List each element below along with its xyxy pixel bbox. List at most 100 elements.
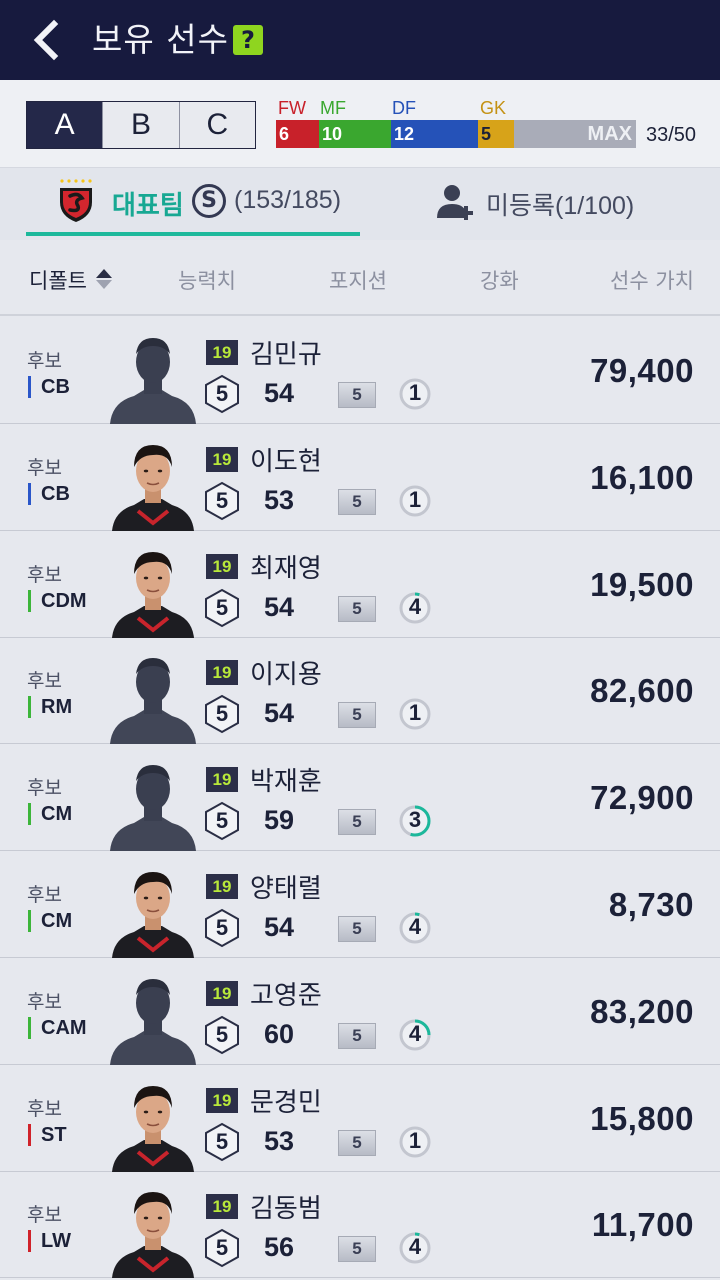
- trade-count-ring-icon: 1: [398, 484, 432, 518]
- sort-ability[interactable]: 능력치: [178, 265, 236, 295]
- player-name: 김동범: [250, 1194, 322, 1225]
- player-status: 후보: [27, 1204, 62, 1227]
- squad-summary: A B C FW MF DF GK 6 10 12 5 MAX 33/50: [0, 80, 720, 168]
- season-badge: 19: [206, 980, 238, 1006]
- player-ovr: 54: [264, 698, 295, 729]
- player-ovr: 56: [264, 1232, 295, 1263]
- grade-value: 5: [215, 1021, 229, 1047]
- player-status: 후보: [27, 456, 62, 479]
- player-row[interactable]: 후보 CAM 19 고영준 5 60 5 4 83,200: [0, 958, 720, 1065]
- player-value: 8,730: [608, 886, 694, 923]
- player-value: 82,600: [590, 672, 694, 710]
- player-name: 김민규: [250, 340, 322, 370]
- player-photo: [108, 858, 198, 958]
- trade-count: 4: [408, 593, 422, 619]
- player-position: CAM: [28, 1016, 87, 1039]
- player-photo: [108, 751, 198, 852]
- player-status: 후보: [27, 670, 62, 693]
- trade-count-ring-icon: 1: [398, 377, 432, 411]
- player-value: 79,400: [590, 352, 694, 389]
- grade-value: 5: [215, 1235, 229, 1261]
- player-name: 최재영: [250, 553, 322, 584]
- position-count-bar: 6 10 12 5 MAX: [276, 120, 636, 148]
- grade-hex-icon: 5: [204, 908, 240, 948]
- main-team-count: (153/185): [234, 186, 342, 214]
- squad-tab-b[interactable]: B: [103, 102, 180, 148]
- season-badge: 19: [206, 660, 238, 686]
- main-team-label: 대표팀: [112, 191, 184, 221]
- player-status: 후보: [27, 1097, 62, 1120]
- grade-hex-icon: 5: [204, 481, 240, 521]
- grade-value: 5: [215, 915, 229, 940]
- trade-count: 1: [408, 700, 422, 726]
- help-button[interactable]: ?: [233, 25, 263, 55]
- trade-count: 4: [408, 1020, 422, 1046]
- player-name: 문경민: [250, 1087, 322, 1118]
- player-value: 16,100: [590, 458, 694, 496]
- player-ovr: 60: [264, 1018, 295, 1049]
- player-list[interactable]: 후보 CB 19 김민규 5 54 5 1 79,400 후보 CB 19 이도현 5 53 5 1 16,100…: [0, 318, 720, 1280]
- player-row[interactable]: 후보 CB 19 김민규 5 54 5 1 79,400: [0, 318, 720, 424]
- grade-hex-icon: 5: [204, 801, 240, 841]
- top-bar: 보유 선수 ?: [0, 0, 720, 80]
- sort-default[interactable]: 디폴트: [29, 265, 87, 295]
- season-badge: 19: [206, 340, 238, 365]
- sort-value[interactable]: 선수 가치: [610, 265, 694, 295]
- trade-count: 3: [408, 807, 422, 833]
- player-name: 고영준: [250, 980, 322, 1011]
- player-photo: [108, 644, 198, 745]
- trade-count-ring-icon: 3: [398, 804, 432, 838]
- back-button[interactable]: [22, 18, 70, 62]
- player-photo: [108, 538, 198, 638]
- enhance-badge: 5: [338, 382, 376, 408]
- enhance-badge: 5: [338, 809, 376, 836]
- player-total-count: 33/50: [646, 124, 697, 146]
- player-position: LW: [28, 1230, 71, 1253]
- enhance-badge: 5: [338, 1022, 376, 1049]
- trade-count: 1: [408, 380, 422, 405]
- df-count: 12: [391, 120, 478, 148]
- trade-count-ring-icon: 4: [398, 591, 432, 625]
- player-row[interactable]: 후보 ST 19 문경민 5 53 5 1 15,800: [0, 1065, 720, 1172]
- s-badge-icon: S: [192, 184, 226, 218]
- player-row[interactable]: 후보 LW 19 김동범 5 56 5 4 11,700: [0, 1172, 720, 1279]
- season-badge: 19: [206, 1087, 238, 1113]
- player-row[interactable]: 후보 CM 19 양태렬 5 54 5 4 8,730: [0, 852, 720, 958]
- sort-enhance[interactable]: 강화: [480, 265, 519, 295]
- player-photo: [108, 1072, 198, 1172]
- player-row[interactable]: 후보 CB 19 이도현 5 53 5 1 16,100: [0, 424, 720, 531]
- player-position: ST: [28, 1123, 67, 1146]
- player-value: 15,800: [590, 1099, 694, 1137]
- sort-position[interactable]: 포지션: [329, 265, 387, 295]
- grade-hex-icon: 5: [204, 1015, 240, 1055]
- player-row[interactable]: 후보 CDM 19 최재영 5 54 5 4 19,500: [0, 531, 720, 638]
- tab-unregistered[interactable]: 미등록(1/100): [430, 168, 690, 236]
- player-photo: [108, 431, 198, 531]
- grade-value: 5: [215, 701, 229, 727]
- df-label: DF: [392, 98, 416, 118]
- player-status: 후보: [27, 350, 62, 372]
- trade-count: 1: [408, 1127, 422, 1153]
- trade-count-ring-icon: 4: [398, 911, 432, 945]
- player-status: 후보: [27, 884, 62, 906]
- grade-value: 5: [215, 594, 229, 620]
- trade-count: 1: [408, 486, 422, 512]
- player-row[interactable]: 후보 RM 19 이지용 5 54 5 1 82,600: [0, 638, 720, 745]
- position-labels: FW MF DF GK: [276, 98, 636, 120]
- player-row[interactable]: 후보 CM 19 박재훈 5 59 5 3 72,900: [0, 745, 720, 852]
- sort-arrows-icon: [96, 269, 112, 289]
- enhance-badge: 5: [338, 1129, 376, 1156]
- trade-count-ring-icon: 1: [398, 1125, 432, 1159]
- grade-value: 5: [215, 1128, 229, 1154]
- squad-tab-c[interactable]: C: [179, 102, 255, 148]
- grade-hex-icon: 5: [204, 1122, 240, 1162]
- player-photo: [108, 1178, 198, 1279]
- mf-label: MF: [320, 98, 346, 118]
- grade-hex-icon: 5: [204, 694, 240, 734]
- tab-main-team[interactable]: 대표팀 S (153/185): [26, 168, 360, 236]
- mf-count: 10: [319, 120, 391, 148]
- squad-tab-a[interactable]: A: [27, 102, 104, 148]
- unregistered-label: 미등록(1/100): [486, 192, 635, 220]
- enhance-badge: 5: [338, 595, 376, 622]
- grade-hex-icon: 5: [204, 374, 240, 414]
